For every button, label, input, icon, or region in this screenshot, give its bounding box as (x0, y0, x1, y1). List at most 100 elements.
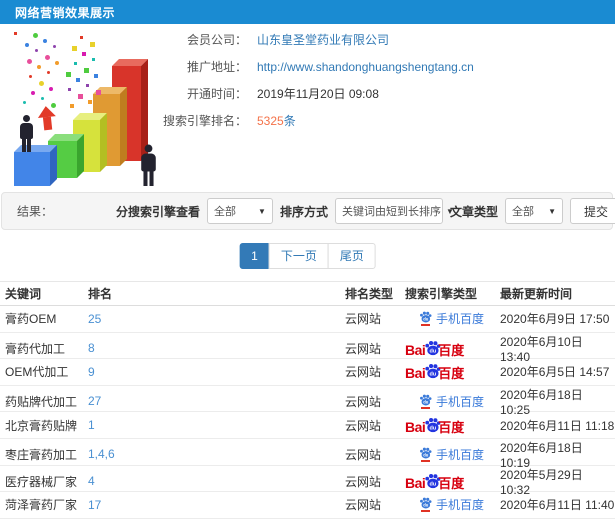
confetti-dot (39, 81, 44, 86)
confetti-dot (70, 104, 74, 108)
mobile-baidu-label: 手机百度 (436, 312, 485, 327)
rank-link[interactable]: 27 (88, 394, 345, 408)
chevron-down-icon: ▼ (258, 206, 266, 216)
keyword-cell: 菏泽膏药厂家 (5, 498, 78, 513)
col-updated: 最新更新时间 (500, 287, 573, 301)
sort-filter-label: 排序方式 (279, 204, 328, 219)
mobile-baidu-paw-icon: du (419, 497, 432, 513)
rank-type-cell: 云网站 (345, 365, 382, 380)
article-type-select[interactable]: 全部 ▼ (504, 198, 563, 224)
confetti-dot (96, 90, 101, 95)
rank-type-cell: 云网站 (345, 341, 382, 356)
baidu-logo-text: Bai (405, 418, 426, 435)
svg-text:du: du (430, 348, 437, 354)
mobile-baidu-badge: du 手机百度 (419, 310, 500, 327)
confetti-dot (25, 43, 29, 47)
updated-cell: 2020年6月11日 11:40 (500, 498, 615, 513)
keyword-cell: OEM代加工 (5, 365, 69, 380)
engine-cell: Bai du 百度 (405, 473, 500, 490)
submit-button[interactable]: 提交 (569, 198, 615, 224)
company-name-link[interactable]: 山东皇圣堂药业有限公司 (257, 31, 389, 48)
seo-rank-row: 搜索引擎排名： 5325条 (140, 107, 474, 134)
up-arrow-graphic (36, 105, 57, 131)
result-label: 结果： (17, 204, 54, 219)
mobile-baidu-paw-icon: du (419, 447, 432, 462)
confetti-dot (68, 88, 71, 91)
confetti-dot (23, 101, 26, 104)
keyword-cell: 北京膏药贴牌 (5, 418, 78, 433)
confetti-dot (90, 42, 95, 47)
svg-text:du: du (423, 452, 429, 457)
updated-cell: 2020年6月18日 10:25 (500, 387, 583, 417)
svg-text:du: du (423, 503, 429, 508)
confetti-dot (82, 52, 86, 56)
rank-link[interactable]: 8 (88, 341, 345, 355)
baidu-logo-text: Bai (405, 341, 426, 358)
baidu-logo: Bai du 百度 (405, 473, 500, 490)
confetti-dot (76, 78, 80, 82)
confetti-dot (88, 100, 92, 104)
mobile-baidu-label: 手机百度 (436, 447, 485, 462)
chevron-down-icon: ▼ (548, 206, 556, 216)
engine-cell: du 手机百度 (405, 496, 500, 513)
rank-link[interactable]: 9 (88, 365, 345, 379)
table-row: OEM代加工 9 云网站 Bai du 百度 2020年6月5日 14:57 (0, 359, 615, 386)
filter-bar: 结果： 分搜索引擎查看 全部 ▼ 排序方式 关键词由短到长排序 ▼ 文章类型 全部 ▼… (1, 192, 615, 230)
engine-cell: du 手机百度 (405, 310, 500, 327)
engine-filter-label: 分搜索引擎查看 (115, 204, 200, 219)
mobile-baidu-paw-icon: du (419, 311, 432, 327)
engine-cell: Bai du 百度 (405, 340, 500, 357)
confetti-dot (33, 33, 38, 38)
engine-cell: Bai du 百度 (405, 417, 500, 434)
mobile-baidu-label: 手机百度 (436, 394, 485, 409)
confetti-dot (49, 87, 53, 91)
member-company-label: 会员公司： (186, 33, 247, 47)
baidu-logo-cn: 百度 (438, 366, 465, 382)
page-title: 网络营销效果展示 (15, 5, 116, 20)
col-keyword: 关键词 (5, 287, 42, 301)
confetti-dot (43, 39, 47, 43)
confetti-dot (37, 65, 41, 69)
svg-text:du: du (430, 425, 437, 431)
confetti-dot (92, 58, 95, 61)
baidu-logo-cn: 百度 (438, 475, 465, 491)
confetti-dot (45, 55, 50, 60)
table-row: 医疗器械厂家 4 云网站 Bai du 百度 2020年5月29日 10:32 (0, 466, 615, 497)
updated-cell: 2020年6月11日 11:18 (500, 418, 615, 433)
table-row: 菏泽膏药厂家 17 云网站 du 手机百度 2020年6月11日 11:40 (0, 492, 615, 519)
engine-cell: du 手机百度 (405, 393, 500, 410)
confetti-dot (47, 71, 50, 74)
updated-cell: 2020年6月9日 17:50 (500, 312, 610, 327)
engine-select[interactable]: 全部 ▼ (206, 198, 273, 224)
businessman-left-graphic (20, 115, 33, 152)
rank-type-cell: 云网站 (345, 498, 382, 513)
rank-link[interactable]: 17 (88, 498, 345, 512)
col-rank-type: 排名类型 (345, 287, 394, 301)
open-time-label: 开通时间： (186, 87, 247, 101)
rank-link[interactable]: 25 (88, 312, 345, 326)
open-time-value: 2019年11月20日 09:08 (257, 87, 379, 101)
promo-url-link[interactable]: http://www.shandonghuangshengtang.cn (257, 60, 474, 74)
seo-rank-unit: 条 (283, 114, 296, 128)
baidu-logo-text: Bai (405, 474, 426, 491)
page-1-button[interactable]: 1 (239, 243, 270, 269)
baidu-logo-text: Bai (405, 365, 426, 382)
article-type-label: 文章类型 (449, 204, 498, 219)
confetti-dot (29, 75, 32, 78)
rank-link[interactable]: 1 (88, 418, 345, 432)
baidu-logo-cn: 百度 (438, 342, 465, 358)
mobile-baidu-badge: du 手机百度 (419, 446, 500, 463)
keyword-cell: 药贴牌代加工 (5, 394, 78, 409)
mobile-baidu-badge: du 手机百度 (419, 393, 500, 410)
next-page-button[interactable]: 下一页 (268, 243, 329, 269)
mobile-baidu-label: 手机百度 (436, 498, 485, 513)
rank-link[interactable]: 4 (88, 474, 345, 488)
baidu-logo-cn: 百度 (438, 419, 465, 435)
confetti-dot (31, 91, 35, 95)
baidu-logo: Bai du 百度 (405, 363, 500, 380)
sort-select[interactable]: 关键词由短到长排序 ▼ (334, 198, 454, 224)
rank-type-cell: 云网站 (345, 394, 382, 409)
last-page-button[interactable]: 尾页 (327, 243, 376, 269)
rank-link[interactable]: 1,4,6 (88, 447, 345, 461)
app-header: 网络营销效果展示 (0, 0, 615, 24)
